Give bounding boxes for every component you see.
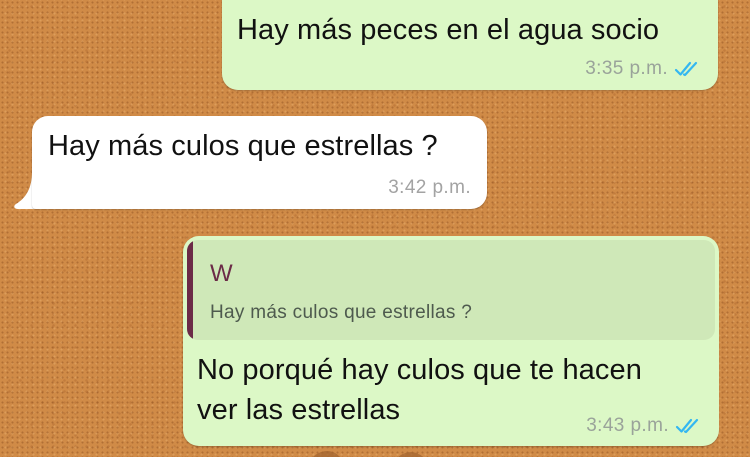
double-check-icon	[675, 418, 699, 434]
quoted-text: Hay más culos que estrellas ?	[210, 302, 473, 323]
message-time: 3:35 p.m.	[585, 58, 668, 79]
message-meta: 3:35 p.m.	[585, 58, 702, 80]
message-text: Hay más peces en el agua socio	[237, 14, 660, 46]
message-time: 3:43 p.m.	[586, 415, 669, 436]
quoted-author: W	[210, 260, 233, 287]
incoming-message-bubble[interactable]: Hay más culos que estrellas ? 3:42 p.m.	[32, 116, 487, 209]
double-check-icon	[674, 61, 698, 77]
quote-accent-bar	[187, 240, 193, 340]
message-time: 3:42 p.m.	[388, 177, 471, 198]
message-meta: 3:43 p.m.	[586, 415, 703, 437]
message-text-line: No porqué hay culos que te hacen	[197, 354, 642, 386]
quoted-message[interactable]: W Hay más culos que estrellas ?	[187, 240, 715, 340]
chat-conversation: Hay más peces en el agua socio 3:35 p.m.…	[0, 0, 750, 457]
message-text: Hay más culos que estrellas ?	[48, 130, 438, 162]
outgoing-message-bubble[interactable]: Hay más peces en el agua socio 3:35 p.m.	[222, 0, 718, 90]
message-meta: 3:42 p.m.	[388, 177, 471, 199]
wallpaper-decoration	[313, 451, 424, 457]
outgoing-reply-message-bubble[interactable]: W Hay más culos que estrellas ? No porqu…	[183, 236, 719, 446]
